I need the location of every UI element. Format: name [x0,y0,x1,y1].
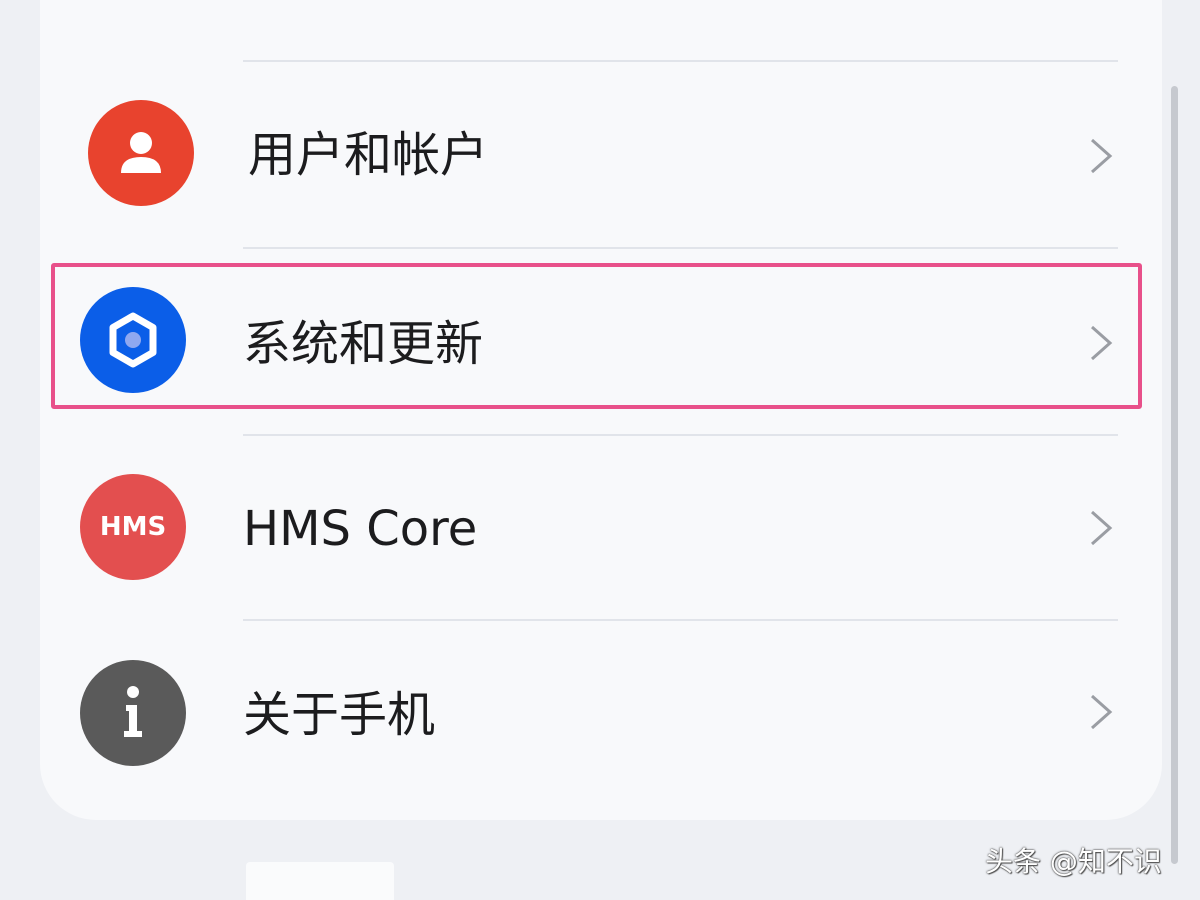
user-icon [88,100,194,206]
settings-item-users-accounts[interactable]: 用户和帐户 [40,62,1162,248]
settings-item-label: 用户和帐户 [248,127,489,183]
settings-item-label: HMS Core [243,501,478,557]
settings-item-label: 关于手机 [243,687,436,743]
chevron-right-icon [1086,508,1116,548]
settings-item-system-updates[interactable]: 系统和更新 [40,249,1162,435]
chevron-right-icon [1086,136,1116,176]
settings-item-about-phone[interactable]: 关于手机 [40,621,1162,807]
info-icon [80,660,186,766]
gear-icon [80,287,186,393]
bottom-panel-edge [246,862,394,900]
settings-item-label: 系统和更新 [243,316,484,372]
hms-icon: HMS [80,474,186,580]
chevron-right-icon [1086,692,1116,732]
watermark: 头条 @知不识 [985,845,1162,878]
settings-screen: 用户和帐户 系统和更新 HMS HMS Core 关于手机 头条 @知不识 [0,0,1200,900]
chevron-right-icon [1086,323,1116,363]
settings-item-hms-core[interactable]: HMS HMS Core [40,436,1162,622]
scrollbar[interactable] [1171,86,1178,864]
hms-icon-text: HMS [99,512,167,542]
